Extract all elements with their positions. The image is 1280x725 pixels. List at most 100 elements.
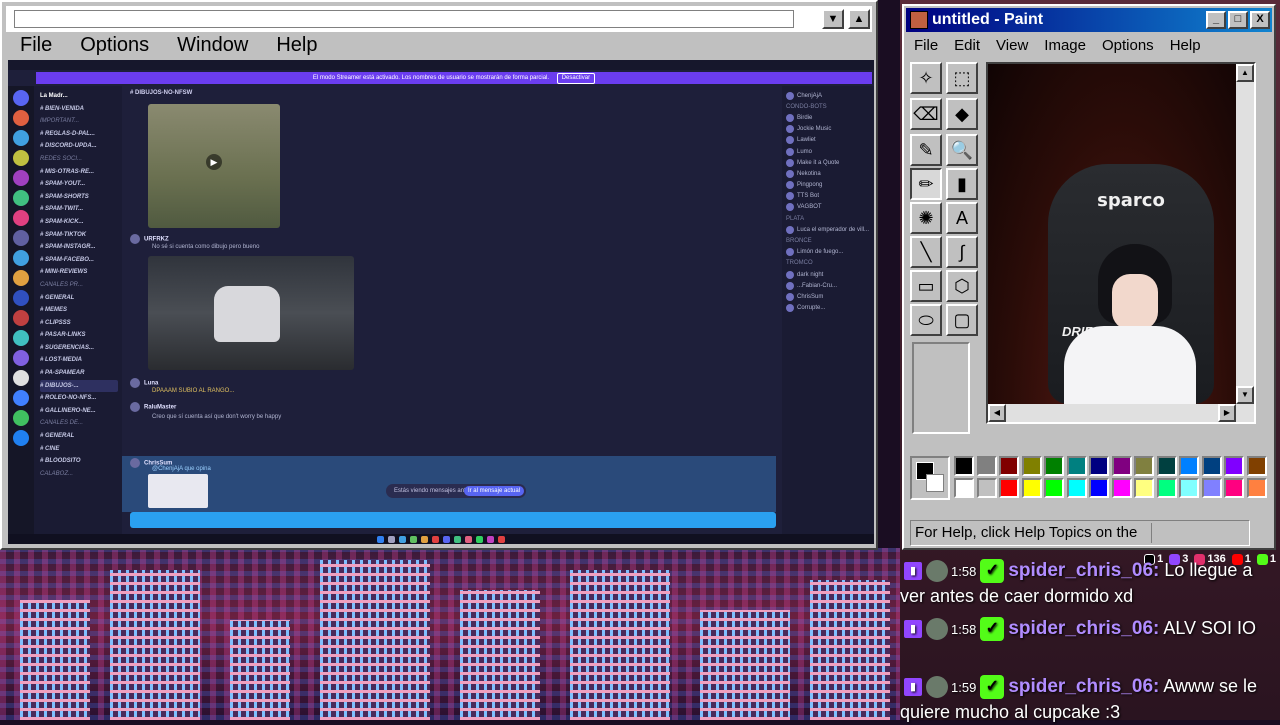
vertical-scrollbar[interactable]: ▲ ▼ <box>1236 64 1254 422</box>
member-item[interactable]: Lawliet <box>786 135 870 146</box>
server-icon[interactable] <box>13 330 29 346</box>
color-swatch[interactable] <box>1044 456 1064 476</box>
magnifier-icon[interactable]: 🔍 <box>946 134 978 166</box>
channel-item[interactable]: # DISCORD-UPDA... <box>40 140 118 153</box>
server-icon[interactable] <box>13 290 29 306</box>
channel-item[interactable]: # ROLEO-NO-NFS... <box>40 392 118 405</box>
channel-category[interactable]: CALABOZ... <box>40 468 118 481</box>
channel-category[interactable]: REDES SOCI... <box>40 153 118 166</box>
member-item[interactable]: ...Fabian-Cru... <box>786 280 870 291</box>
search-icon[interactable] <box>388 535 395 543</box>
message-author[interactable]: URFRKZ <box>144 237 169 243</box>
server-icon[interactable] <box>13 430 29 446</box>
paint-menu-options[interactable]: Options <box>1094 34 1162 58</box>
color-swatch[interactable] <box>1246 456 1267 476</box>
color-swatch[interactable] <box>1201 478 1222 498</box>
server-icon[interactable] <box>13 130 29 146</box>
color-swatch[interactable] <box>1134 478 1154 498</box>
avatar[interactable] <box>786 125 794 134</box>
avatar[interactable] <box>786 147 794 156</box>
color-swatch[interactable] <box>1179 478 1199 498</box>
avatar[interactable] <box>786 91 794 100</box>
member-item[interactable]: Birdie <box>786 112 870 123</box>
brush-icon[interactable]: ▮ <box>946 168 978 200</box>
message-author[interactable]: Luna <box>144 381 158 387</box>
image-attachment[interactable] <box>148 256 354 370</box>
channel-item[interactable]: # SPAM-SHORTS <box>40 191 118 204</box>
channel-item[interactable]: # SPAM-INSTAGR... <box>40 241 118 254</box>
message-input[interactable] <box>130 512 776 528</box>
scroll-up-button[interactable]: ▲ <box>1236 64 1254 82</box>
fill-bucket-icon[interactable]: ◆ <box>946 98 978 130</box>
color-swatch[interactable] <box>1089 478 1109 498</box>
color-swatch[interactable] <box>1066 456 1087 476</box>
airbrush-icon[interactable]: ✺ <box>910 202 942 234</box>
color-swatch[interactable] <box>954 456 974 476</box>
scroll-down-button[interactable]: ▼ <box>1236 386 1254 404</box>
server-icon[interactable] <box>13 110 29 126</box>
channel-item[interactable]: # PASAR-LINKS <box>40 329 118 342</box>
channel-item[interactable]: # MIS-OTRAS-RE... <box>40 166 118 179</box>
server-icon[interactable] <box>13 210 29 226</box>
discord-icon[interactable] <box>443 535 450 543</box>
rounded-rect-icon[interactable]: ▢ <box>946 304 978 336</box>
server-icon[interactable] <box>13 370 29 386</box>
video-attachment[interactable]: ▶ <box>148 104 280 228</box>
color-swatch[interactable] <box>999 456 1019 476</box>
minimize-button[interactable]: _ <box>1206 11 1226 29</box>
channel-item[interactable]: # GENERAL <box>40 430 118 443</box>
curve-icon[interactable]: ∫ <box>946 236 978 268</box>
menu-window[interactable]: Window <box>163 34 262 58</box>
maximize-button[interactable]: □ <box>1228 11 1248 29</box>
folder-icon[interactable] <box>421 535 428 543</box>
taskbar-app-icon[interactable] <box>454 535 461 543</box>
color-swatch[interactable] <box>976 478 997 498</box>
avatar[interactable] <box>130 378 140 388</box>
server-icon[interactable] <box>13 350 29 366</box>
tool-options-box[interactable] <box>912 342 970 434</box>
message-author[interactable]: RaluMaster <box>144 405 176 411</box>
member-item[interactable]: VAGBOT <box>786 202 870 213</box>
channel-item[interactable]: # DIBUJOS-... <box>40 379 118 393</box>
free-select-icon[interactable]: ✧ <box>910 62 942 94</box>
channel-item[interactable]: # GALLINERO-NE... <box>40 405 118 418</box>
start-icon[interactable] <box>377 535 384 543</box>
color-swatch[interactable] <box>1111 456 1132 476</box>
member-category[interactable]: PLATA <box>786 213 870 224</box>
channel-item[interactable]: # SPAM-YOUT... <box>40 178 118 191</box>
server-icon[interactable] <box>13 150 29 166</box>
paint-menu-file[interactable]: File <box>906 34 946 58</box>
taskbar-app-icon[interactable] <box>410 535 417 543</box>
member-category[interactable]: TROMCO <box>786 258 870 269</box>
server-icon[interactable] <box>13 270 29 286</box>
member-item[interactable]: Pingpong <box>786 180 870 191</box>
channel-item[interactable]: # MEMES <box>40 304 118 317</box>
channel-item[interactable]: # CINE <box>40 443 118 456</box>
close-button[interactable]: X <box>1250 11 1270 29</box>
avatar[interactable] <box>786 158 794 167</box>
ellipse-icon[interactable]: ⬭ <box>910 304 942 336</box>
channel-item[interactable]: # SPAM-TWIT... <box>40 203 118 216</box>
horizontal-scrollbar[interactable]: ◀ ▶ <box>988 404 1236 422</box>
paint-menu-edit[interactable]: Edit <box>946 34 988 58</box>
taskbar-app-icon[interactable] <box>399 535 406 543</box>
color-swatch[interactable] <box>1156 478 1177 498</box>
avatar[interactable] <box>130 402 140 412</box>
color-swatch[interactable] <box>1044 478 1064 498</box>
chat-username[interactable]: spider_chris_06: <box>1008 618 1159 639</box>
taskbar-app-icon[interactable] <box>465 535 472 543</box>
channel-category[interactable]: CANALES DE... <box>40 417 118 430</box>
member-category[interactable]: CONDO-BOTS <box>786 101 870 112</box>
server-icon[interactable] <box>13 230 29 246</box>
taskbar-app-icon[interactable] <box>432 535 439 543</box>
color-swatch[interactable] <box>1224 456 1244 476</box>
avatar[interactable] <box>786 169 794 178</box>
menu-help[interactable]: Help <box>262 34 331 58</box>
channel-item[interactable]: # SUGERENCIAS... <box>40 342 118 355</box>
channel-category[interactable]: CANALES PR... <box>40 279 118 292</box>
play-icon[interactable]: ▶ <box>206 154 222 170</box>
avatar[interactable] <box>786 136 794 145</box>
jump-to-present-button[interactable]: Ir al mensaje actual <box>463 486 524 496</box>
channel-item[interactable]: # REGLAS-D-PAL... <box>40 128 118 141</box>
color-swatch[interactable] <box>1089 456 1109 476</box>
